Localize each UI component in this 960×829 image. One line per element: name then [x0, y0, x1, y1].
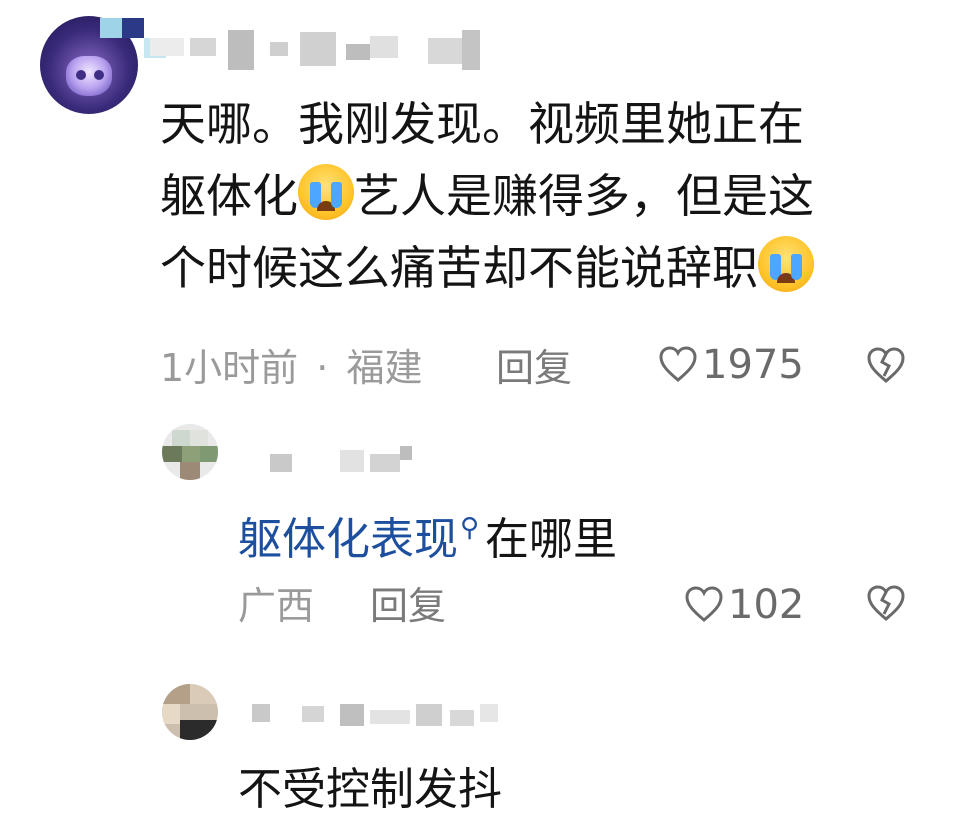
- like-button[interactable]: 102: [684, 582, 804, 628]
- reply-text: 不受控制发抖: [238, 764, 502, 815]
- like-count: 1975: [702, 342, 804, 388]
- comment-time: 1小时前: [160, 346, 299, 390]
- crying-emoji-icon: [298, 164, 354, 220]
- reply-avatar[interactable]: [162, 684, 218, 740]
- comment-segment: 躯体化: [160, 169, 298, 223]
- comment-line: 个时候这么痛苦却不能说辞职: [160, 232, 920, 304]
- crying-emoji-icon: [758, 236, 814, 292]
- comment-segment: 艺人是赚得多，但是这: [354, 169, 814, 223]
- comment-segment: 个时候这么痛苦却不能说辞职: [160, 241, 758, 295]
- comment-line: 天哪。我刚发现。视频里她正在: [160, 97, 804, 151]
- comment-line: 躯体化 艺人是赚得多，但是这: [160, 160, 920, 232]
- like-count: 102: [728, 582, 805, 628]
- broken-heart-icon[interactable]: [866, 346, 906, 386]
- like-button[interactable]: 1975: [658, 342, 804, 388]
- comment-body: 天哪。我刚发现。视频里她正在 躯体化 艺人是赚得多，但是这 个时候这么痛苦却不能说…: [160, 88, 920, 304]
- reply-body: 躯体化表现⚲ 在哪里: [238, 500, 617, 568]
- search-link[interactable]: 躯体化表现: [238, 514, 458, 565]
- avatar-eye: [76, 70, 86, 80]
- reply-body: 不受控制发抖: [238, 762, 502, 818]
- meta-separator: ·: [316, 346, 329, 390]
- search-icon[interactable]: ⚲: [460, 513, 479, 543]
- heart-outline-icon: [659, 346, 697, 382]
- comment-meta: 1小时前 · 福建: [160, 346, 422, 390]
- reply-location: 广西: [238, 584, 315, 628]
- heart-outline-icon: [685, 586, 723, 622]
- avatar-eye: [94, 70, 104, 80]
- reply-text: 在哪里: [485, 514, 618, 565]
- avatar-mascot: [66, 56, 112, 96]
- comment-location: 福建: [346, 346, 423, 390]
- reply-button[interactable]: 回复: [370, 584, 446, 628]
- reply-avatar[interactable]: [162, 424, 218, 480]
- reply-button[interactable]: 回复: [496, 346, 572, 390]
- broken-heart-icon[interactable]: [866, 584, 906, 624]
